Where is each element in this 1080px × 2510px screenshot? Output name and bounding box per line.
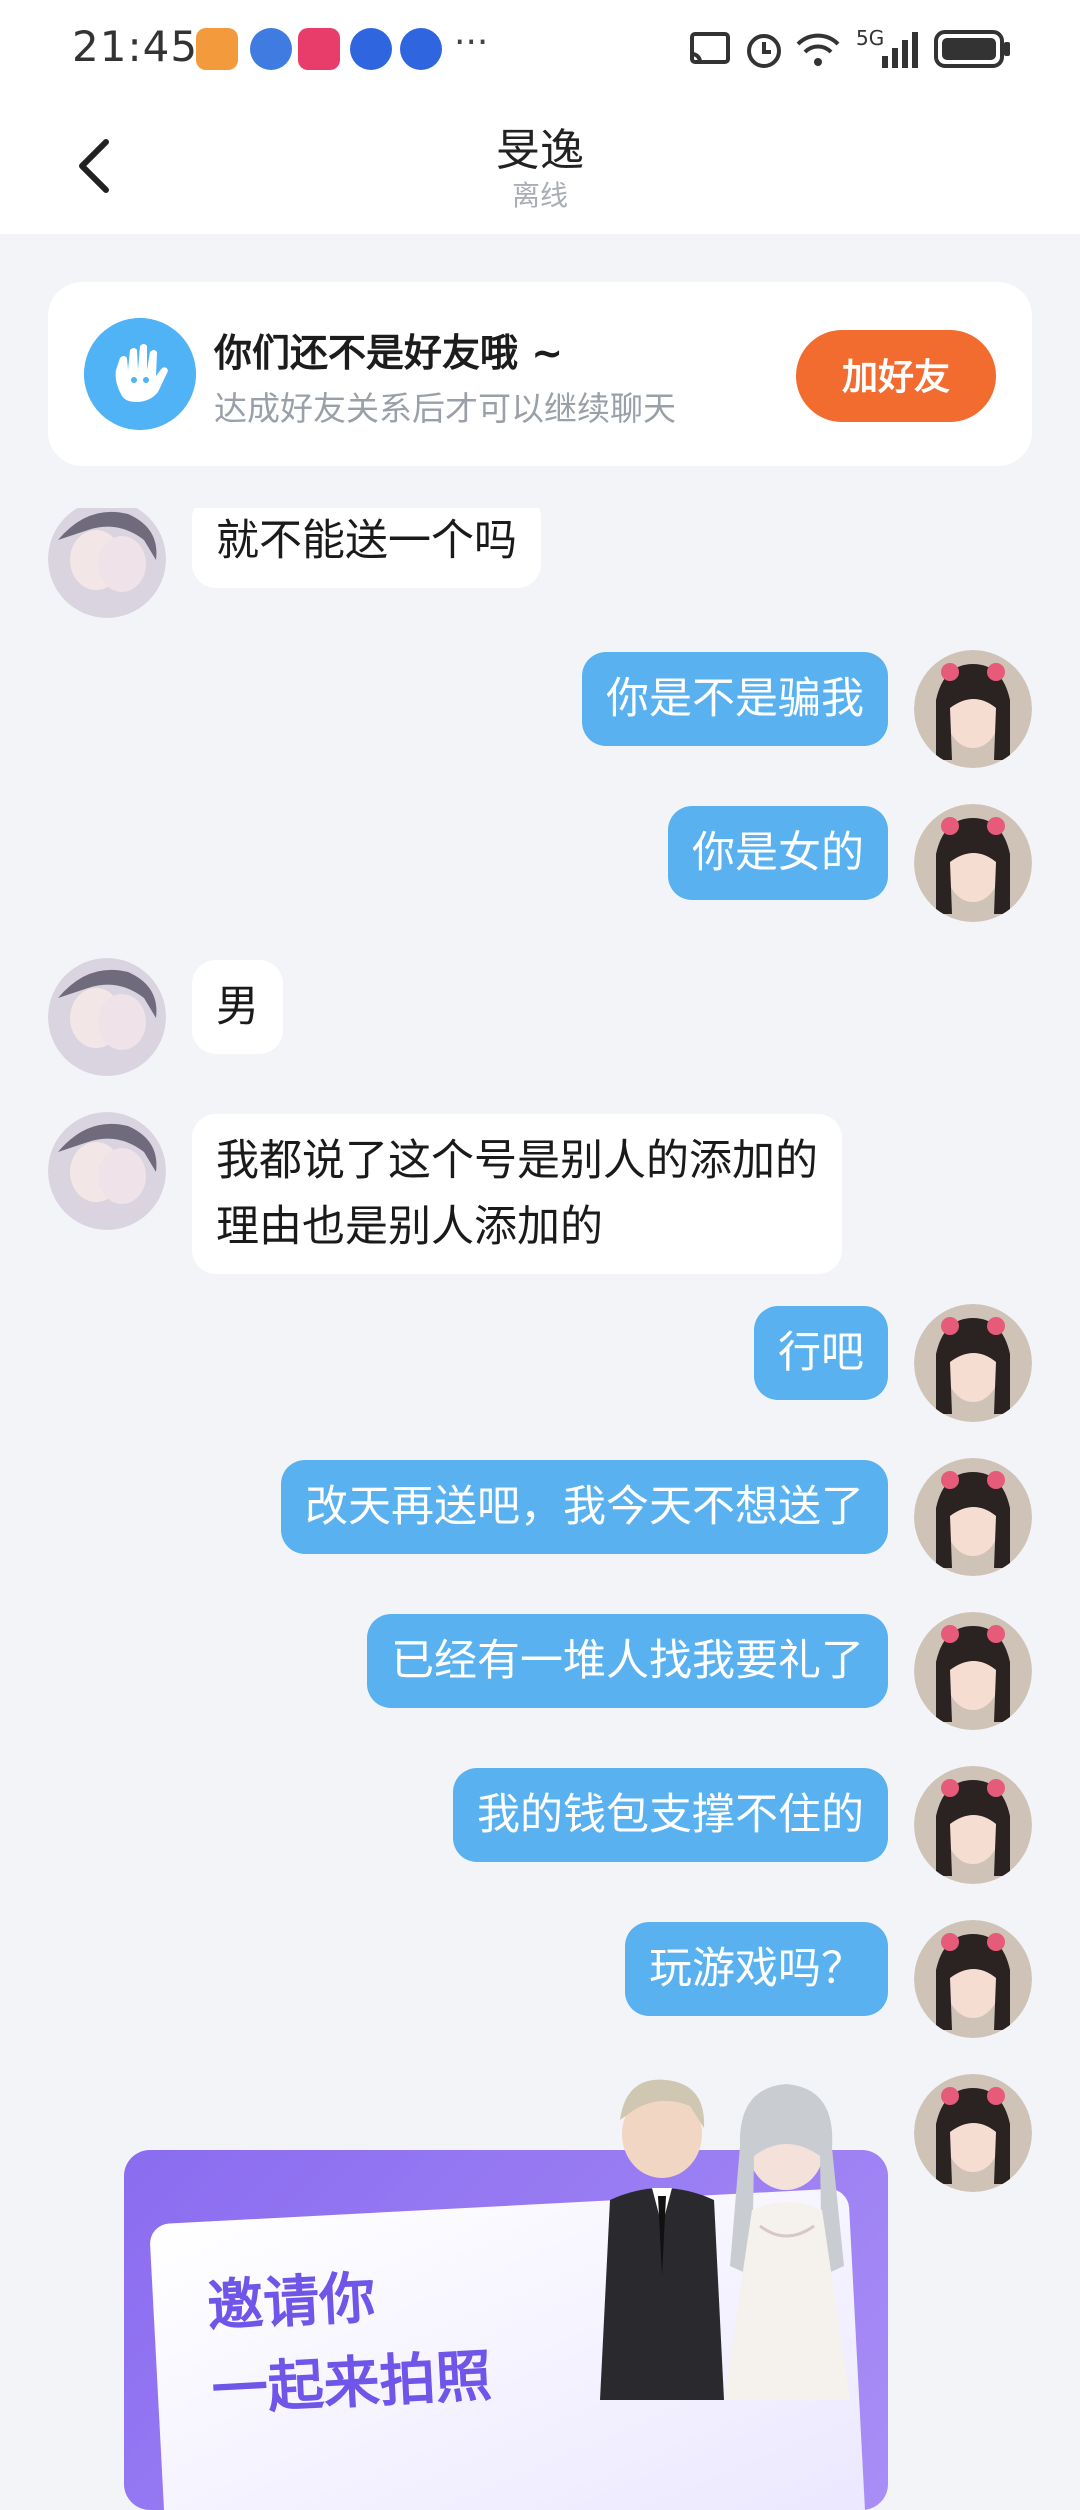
add-friend-button[interactable]: 加好友: [796, 330, 996, 422]
wifi-icon: [796, 33, 840, 66]
message-line: 我都说了这个号是别人的添加的: [216, 1136, 818, 1186]
status-time: 21:45: [72, 22, 199, 71]
more-notifications-icon: ···: [454, 22, 489, 63]
message-bubble-in[interactable]: 就不能送一个吗: [192, 508, 541, 588]
my-avatar[interactable]: [914, 804, 1032, 922]
notice-title: 你们还不是好友哦 ~: [214, 331, 564, 375]
status-bar: 21:45 ··· 5G: [0, 0, 1080, 100]
my-avatar[interactable]: [914, 2074, 1032, 2192]
battery-icon: [934, 30, 1010, 68]
message-bubble-out[interactable]: 已经有一堆人找我要礼了: [367, 1614, 888, 1708]
message-bubble-in[interactable]: 男: [192, 960, 283, 1054]
my-avatar[interactable]: [914, 1458, 1032, 1576]
message-bubble-out[interactable]: 我的钱包支撑不住的: [453, 1768, 888, 1862]
signal-icon: [882, 32, 918, 68]
browser-notification-icon: [250, 28, 292, 70]
message-bubble-out[interactable]: 玩游戏吗？: [625, 1922, 888, 2016]
online-status: 离线: [511, 179, 568, 212]
message-bubble-out[interactable]: 你是女的: [668, 806, 888, 900]
my-avatar[interactable]: [914, 1920, 1032, 2038]
baidu-icon: [400, 28, 442, 70]
my-avatar[interactable]: [914, 1612, 1032, 1730]
invite-line-2: 一起来拍照: [210, 2343, 494, 2424]
my-avatar[interactable]: [914, 1766, 1032, 1884]
alarm-icon: [747, 34, 781, 68]
app-notification-icon: [196, 28, 238, 70]
message-line: 理由也是别人添加的: [216, 1202, 603, 1252]
notice-description: 达成好友关系后才可以继续聊天: [214, 389, 676, 428]
message-bubble-in[interactable]: 我都说了这个号是别人的添加的 理由也是别人添加的: [192, 1114, 842, 1274]
video-app-icon: [298, 28, 340, 70]
my-avatar[interactable]: [914, 1304, 1032, 1422]
contact-avatar[interactable]: [48, 1112, 166, 1230]
hand-icon: [84, 318, 196, 430]
my-avatar[interactable]: [914, 650, 1032, 768]
avatar-characters-illustration: [600, 2079, 850, 2400]
contact-avatar[interactable]: [48, 508, 166, 618]
friend-notice-card: 你们还不是好友哦 ~ 达成好友关系后才可以继续聊天 加好友: [48, 282, 1032, 466]
invite-line-1: 邀请你: [205, 2265, 377, 2340]
chat-title: 旻逸: [496, 125, 584, 176]
cast-icon: [690, 32, 730, 64]
message-bubble-out[interactable]: 你是不是骗我: [582, 652, 888, 746]
message-bubble-out[interactable]: 行吧: [754, 1306, 888, 1400]
contact-avatar[interactable]: [48, 958, 166, 1076]
message-bubble-out[interactable]: 改天再送吧，我今天不想送了: [281, 1460, 888, 1554]
message-list[interactable]: 就不能送一个吗 你是不是骗我 你是女的 男 我都说了这个号是别人的添加的 理由也…: [0, 508, 1080, 2400]
baidu-icon: [350, 28, 392, 70]
chat-header: 旻逸 离线: [0, 100, 1080, 234]
